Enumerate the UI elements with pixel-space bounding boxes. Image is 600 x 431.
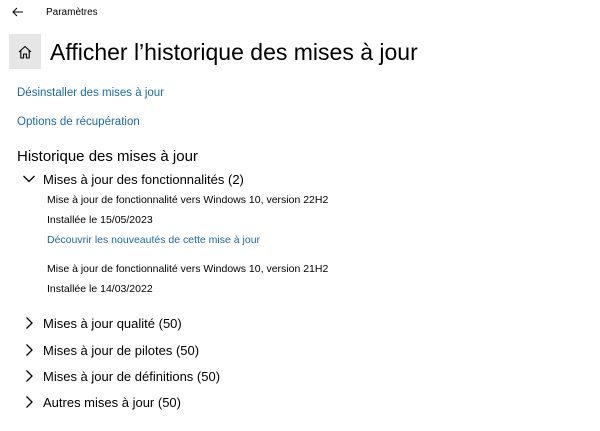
- group-label: Mises à jour de pilotes (50): [43, 342, 200, 358]
- home-button[interactable]: [9, 34, 41, 69]
- update-installed-date: Installée le 15/05/2023: [47, 214, 153, 226]
- group-definition-updates[interactable]: Mises à jour de définitions (50): [22, 367, 220, 385]
- group-quality-updates[interactable]: Mises à jour qualité (50): [22, 314, 182, 332]
- settings-window: Paramètres Afficher l’historique des mis…: [0, 0, 600, 431]
- uninstall-updates-link[interactable]: Désinstaller des mises à jour: [17, 87, 164, 99]
- chevron-right-icon: [22, 369, 36, 383]
- back-arrow-icon: [12, 7, 23, 17]
- home-icon: [18, 45, 32, 59]
- update-name: Mise à jour de fonctionnalité vers Windo…: [47, 263, 329, 275]
- group-label: Mises à jour des fonctionnalités (2): [43, 171, 244, 187]
- update-name: Mise à jour de fonctionnalité vers Windo…: [47, 194, 329, 206]
- history-section-title: Historique des mises à jour: [17, 148, 198, 165]
- chevron-right-icon: [22, 316, 36, 330]
- group-label: Mises à jour qualité (50): [43, 315, 182, 331]
- update-installed-date: Installée le 14/03/2022: [47, 283, 153, 295]
- chevron-right-icon: [22, 395, 36, 409]
- group-other-updates[interactable]: Autres mises à jour (50): [22, 393, 181, 411]
- group-label: Mises à jour de définitions (50): [43, 368, 221, 384]
- title-bar: Paramètres: [0, 0, 600, 28]
- group-feature-updates[interactable]: Mises à jour des fonctionnalités (2): [22, 170, 244, 188]
- group-label: Autres mises à jour (50): [43, 394, 181, 410]
- whats-new-link[interactable]: Découvrir les nouveautés de cette mise à…: [47, 234, 260, 246]
- recovery-options-link[interactable]: Options de récupération: [17, 116, 140, 128]
- app-title: Paramètres: [46, 7, 98, 18]
- back-button[interactable]: [8, 4, 28, 20]
- chevron-right-icon: [22, 343, 36, 357]
- page-title: Afficher l’historique des mises à jour: [50, 39, 418, 65]
- chevron-down-icon: [22, 172, 36, 186]
- group-driver-updates[interactable]: Mises à jour de pilotes (50): [22, 341, 199, 359]
